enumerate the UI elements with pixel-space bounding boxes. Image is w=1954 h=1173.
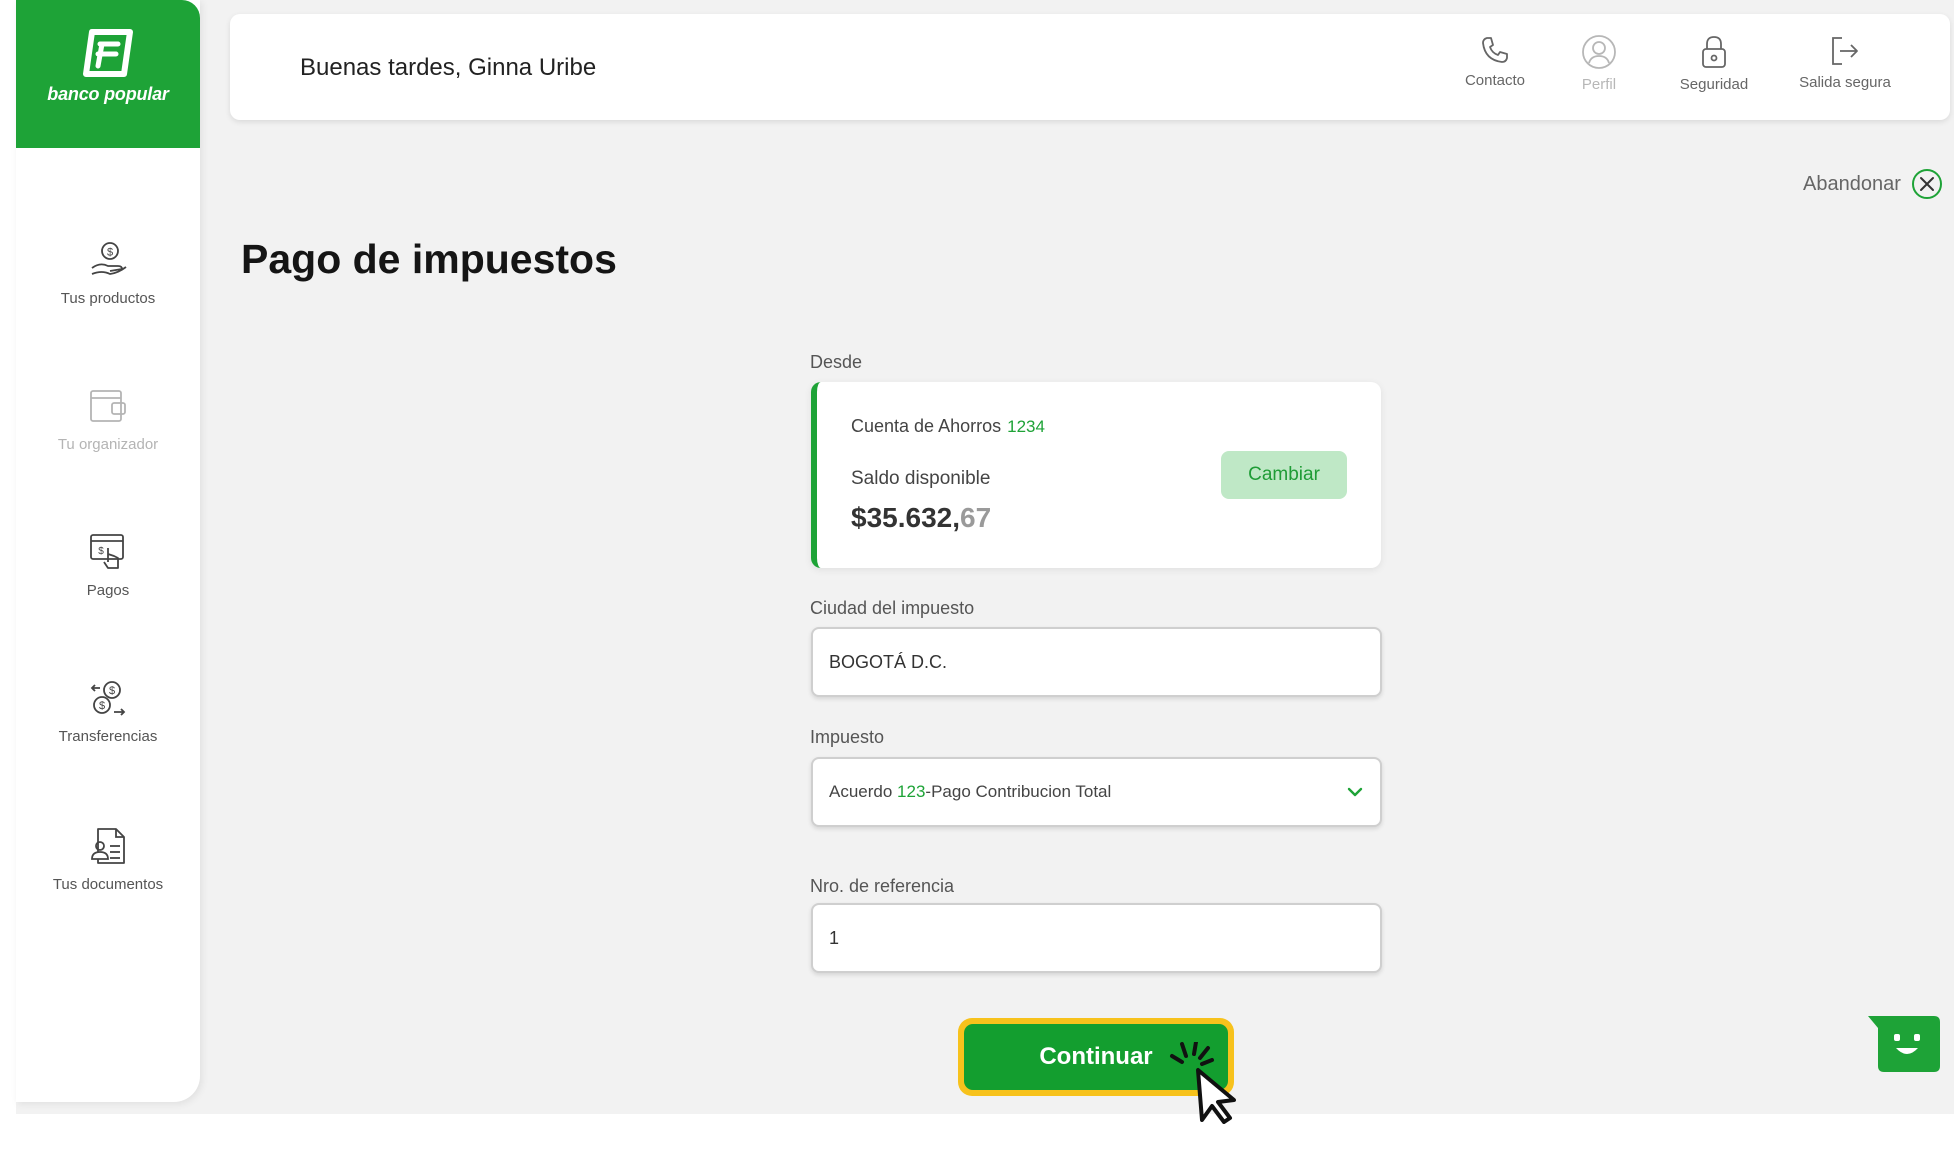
sidebar-item-label: Tus documentos	[52, 876, 164, 893]
reference-field[interactable]	[811, 903, 1382, 973]
profile-button[interactable]: Perfil	[1564, 34, 1634, 94]
logout-button[interactable]: Salida segura	[1782, 34, 1908, 92]
city-field[interactable]	[811, 627, 1382, 697]
tax-select[interactable]: Acuerdo 123-Pago Contribucion Total	[811, 757, 1382, 827]
brand-name: banco popular	[47, 84, 169, 104]
click-cursor-icon	[1170, 1042, 1236, 1124]
tax-value-prefix: Acuerdo	[829, 782, 898, 801]
svg-text:$: $	[109, 685, 115, 697]
logout-label: Salida segura	[1799, 74, 1891, 91]
city-label: Ciudad del impuesto	[810, 598, 975, 618]
available-balance: $35.632,67	[851, 502, 991, 534]
sidebar-item-tus-productos[interactable]: $ Tus productos	[16, 240, 200, 307]
desde-label: Desde	[810, 352, 863, 372]
documents-icon	[91, 828, 125, 864]
sidebar-item-label: Tu organizador	[57, 436, 159, 453]
sidebar-item-label: Pagos	[86, 582, 130, 599]
tax-label: Impuesto	[810, 727, 885, 747]
balance-main: $35.632,	[851, 502, 960, 533]
security-button[interactable]: Seguridad	[1664, 34, 1764, 94]
sidebar-item-tu-organizador[interactable]: Tu organizador	[16, 386, 200, 453]
close-circle-icon	[1911, 169, 1942, 199]
sidebar-item-transferencias[interactable]: $ $ Transferencias	[16, 678, 200, 745]
tax-value-suffix: -Pago Contribucion Total	[925, 782, 1112, 801]
account-number: 1234	[1007, 417, 1045, 436]
banco-popular-logo-icon	[83, 29, 133, 77]
logout-icon	[1832, 37, 1858, 65]
svg-text:$: $	[99, 700, 105, 712]
balance-cents: 67	[960, 502, 992, 533]
profile-icon	[1582, 35, 1616, 69]
chevron-down-icon	[1347, 787, 1363, 797]
source-account-card: Cuenta de Ahorros 1234 Saldo disponible $…	[811, 382, 1381, 568]
sidebar-item-tus-documentos[interactable]: Tus documentos	[16, 826, 200, 893]
hand-coin-icon: $	[91, 242, 127, 275]
payments-touch-icon: $	[90, 534, 124, 569]
account-name: Cuenta de Ahorros 1234	[851, 416, 1045, 437]
sidebar-item-label: Transferencias	[58, 728, 158, 745]
city-input[interactable]	[829, 651, 1364, 673]
tax-selected-value: Acuerdo 123-Pago Contribucion Total	[829, 782, 1346, 802]
change-account-button[interactable]: Cambiar	[1221, 451, 1347, 499]
svg-text:$: $	[107, 247, 113, 259]
page-title: Pago de impuestos	[241, 236, 617, 282]
wallet-icon	[90, 390, 126, 422]
contact-button[interactable]: Contacto	[1450, 34, 1540, 90]
chatbot-icon[interactable]	[1868, 1016, 1940, 1074]
account-type: Cuenta de Ahorros	[851, 416, 1002, 436]
sidebar-item-label: Tus productos	[60, 290, 156, 307]
abandon-button[interactable]: Abandonar	[1803, 168, 1943, 200]
top-header: Buenas tardes, Ginna Uribe Contacto Perf…	[230, 14, 1950, 120]
transfer-coins-icon: $ $	[90, 681, 126, 716]
profile-label: Perfil	[1581, 76, 1617, 93]
svg-text:$: $	[98, 546, 104, 557]
reference-label: Nro. de referencia	[810, 876, 955, 896]
lock-icon	[1702, 36, 1726, 68]
sidebar-item-pagos[interactable]: $ Pagos	[16, 532, 200, 599]
reference-input[interactable]	[829, 927, 1364, 949]
security-label: Seguridad	[1679, 76, 1749, 93]
abandon-label: Abandonar	[1803, 172, 1901, 195]
phone-icon	[1482, 37, 1508, 63]
contact-label: Contacto	[1464, 72, 1526, 89]
sidebar: banco popular $ Tus productos Tu organiz…	[16, 0, 200, 1102]
greeting-text: Buenas tardes, Ginna Uribe	[300, 54, 597, 81]
brand-logo[interactable]: banco popular	[16, 0, 200, 148]
tax-value-number: 123	[897, 782, 926, 801]
balance-label: Saldo disponible	[851, 468, 991, 489]
